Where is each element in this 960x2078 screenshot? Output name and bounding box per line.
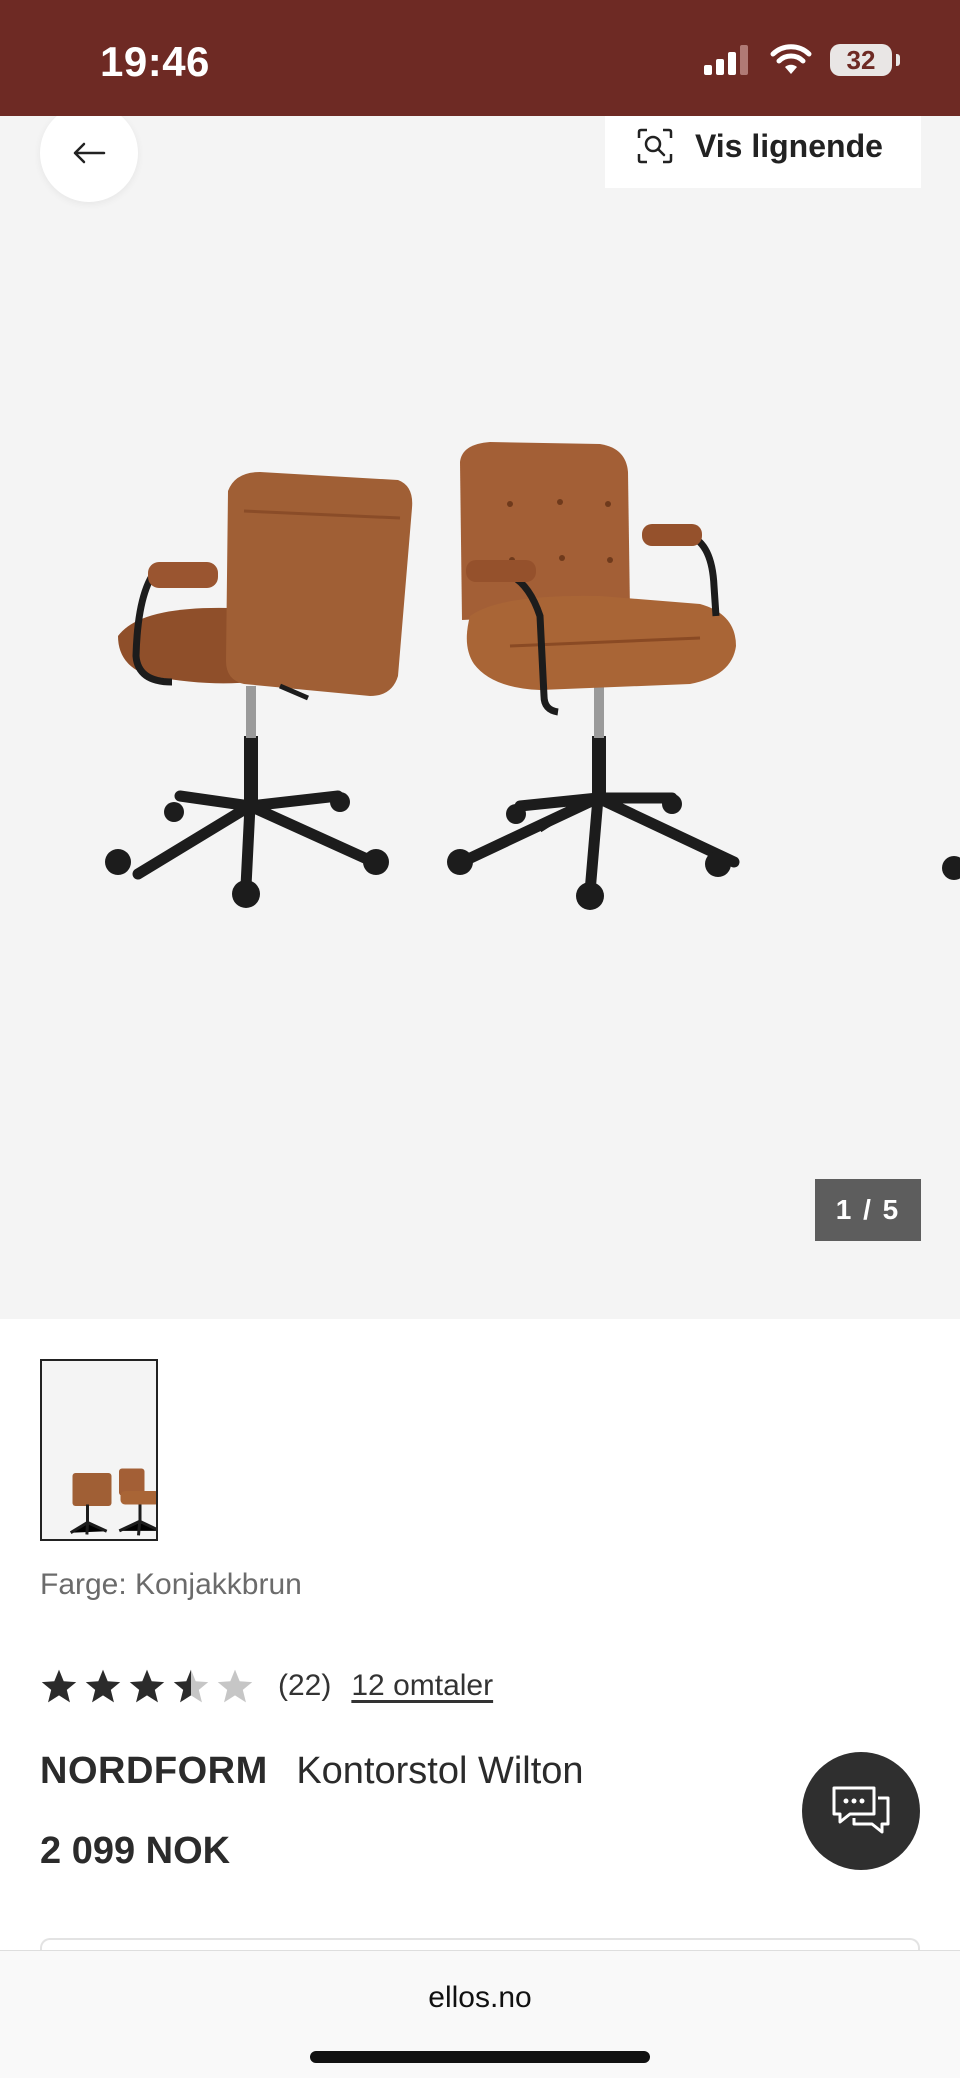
star-icon [85,1669,121,1703]
battery-icon: 32 [830,44,900,76]
show-similar-button[interactable]: Vis lignende [605,116,921,188]
chat-button[interactable] [802,1752,920,1870]
chat-icon [832,1786,890,1834]
rating-row: (22) 12 omtaler [40,1668,493,1704]
product-name: Kontorstol Wilton [296,1750,584,1792]
product-gallery[interactable]: Vis lignende 1 / 5 [0,116,960,1319]
url-label[interactable]: ellos.no [0,1981,960,2015]
product-price: 2 099 NOK [40,1830,231,1872]
chair-front-view [447,442,740,910]
brand-name[interactable]: NORDFORM [40,1750,268,1792]
image-counter: 1 / 5 [815,1179,921,1241]
home-indicator[interactable] [310,2051,650,2063]
visual-search-icon [637,128,673,164]
show-similar-label: Vis lignende [695,127,883,164]
rating-count: (22) [278,1669,332,1702]
color-label: Farge: Konjakkbrun [40,1568,302,1601]
star-rating [40,1668,254,1704]
star-empty-icon [217,1669,253,1703]
wifi-icon [770,44,812,74]
star-icon [41,1669,77,1703]
thumbnail-image[interactable] [40,1359,161,1541]
status-icons: 32 [704,44,900,76]
signal-icon [704,45,748,75]
chair-rear-view [105,472,413,908]
reviews-link[interactable]: 12 omtaler [351,1669,493,1703]
product-title: NORDFORM Kontorstol Wilton [40,1750,584,1793]
back-arrow-icon [73,142,106,164]
star-icon [129,1669,165,1703]
browser-bar: ellos.no [0,1950,960,2078]
thumbnail-chairs [69,1468,161,1536]
star-half-icon [173,1669,209,1703]
status-bar: 19:46 32 [0,0,960,116]
product-image [105,442,960,910]
status-time: 19:46 [100,38,210,85]
